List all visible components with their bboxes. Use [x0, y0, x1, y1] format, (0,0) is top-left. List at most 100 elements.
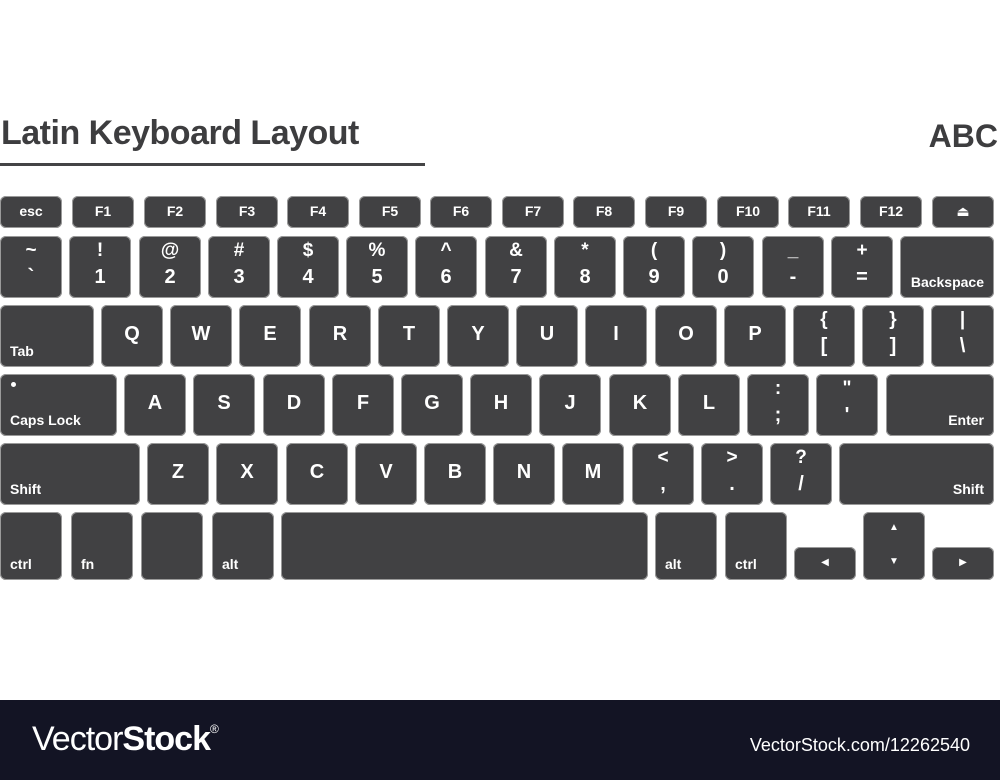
key-number-4[interactable]: $4: [277, 236, 339, 298]
key-i[interactable]: I: [585, 305, 647, 367]
key-quote[interactable]: " ': [816, 374, 878, 436]
key-blank[interactable]: [141, 512, 203, 580]
key-label: D: [286, 392, 302, 414]
key-semicolon[interactable]: :;: [747, 374, 809, 436]
key-base-label: 6: [440, 266, 452, 288]
key-base-label: 9: [648, 266, 660, 288]
key-c[interactable]: C: [286, 443, 348, 505]
key-fn[interactable]: fn: [71, 512, 133, 580]
key-f3[interactable]: F3: [216, 196, 278, 228]
key-number-9[interactable]: (9: [623, 236, 685, 298]
key-label: F9: [667, 203, 685, 219]
key-label: Z: [171, 461, 185, 483]
key-v[interactable]: V: [355, 443, 417, 505]
key-f8[interactable]: F8: [573, 196, 635, 228]
key-base-label: 5: [371, 266, 383, 288]
key-g[interactable]: G: [401, 374, 463, 436]
key-label: F12: [878, 203, 904, 219]
key-eject[interactable]: ⏏: [932, 196, 994, 228]
key-label: Shift: [952, 481, 984, 497]
key-bracket-2[interactable]: | \: [931, 305, 994, 367]
key-shift-left[interactable]: Shift: [0, 443, 140, 505]
key-space[interactable]: [281, 512, 648, 580]
key-alt-right[interactable]: alt: [655, 512, 717, 580]
key-e[interactable]: E: [239, 305, 301, 367]
key-f5[interactable]: F5: [359, 196, 421, 228]
key-arrow-right[interactable]: ▶: [932, 547, 994, 580]
key-number-5[interactable]: % 5: [346, 236, 408, 298]
key-m[interactable]: M: [562, 443, 624, 505]
key-period[interactable]: >.: [701, 443, 763, 505]
key-h[interactable]: H: [470, 374, 532, 436]
key-r[interactable]: R: [309, 305, 371, 367]
key-number-3[interactable]: #3: [208, 236, 270, 298]
key-arrow-left[interactable]: ◀: [794, 547, 856, 580]
key-number-2[interactable]: @2: [139, 236, 201, 298]
key-comma[interactable]: <,: [632, 443, 694, 505]
key-f2[interactable]: F2: [144, 196, 206, 228]
key-f1[interactable]: F1: [72, 196, 134, 228]
key-number-11[interactable]: _ -: [762, 236, 824, 298]
key-n[interactable]: N: [493, 443, 555, 505]
key-number-12[interactable]: + =: [831, 236, 893, 298]
key-k[interactable]: K: [609, 374, 671, 436]
key-ctrl-left[interactable]: ctrl: [0, 512, 62, 580]
key-number-1[interactable]: ! 1: [69, 236, 131, 298]
key-backspace[interactable]: Backspace: [900, 236, 994, 298]
key-label: F11: [807, 203, 831, 219]
key-j[interactable]: J: [539, 374, 601, 436]
key-f[interactable]: F: [332, 374, 394, 436]
key-bracket-0[interactable]: {[: [793, 305, 855, 367]
key-o[interactable]: O: [655, 305, 717, 367]
key-number-6[interactable]: ^ 6: [415, 236, 477, 298]
key-caps-lock[interactable]: Caps Lock: [0, 374, 117, 436]
key-arrow-up-down[interactable]: ▲ ▼: [863, 512, 925, 580]
key-d[interactable]: D: [263, 374, 325, 436]
key-number-10[interactable]: ) 0: [692, 236, 754, 298]
key-f9[interactable]: F9: [645, 196, 707, 228]
key-base-label: 7: [510, 266, 522, 288]
key-bracket-1[interactable]: }]: [862, 305, 924, 367]
key-f4[interactable]: F4: [287, 196, 349, 228]
key-shift-label: ~: [25, 240, 37, 261]
key-f12[interactable]: F12: [860, 196, 922, 228]
key-number-0[interactable]: ~ `: [0, 236, 62, 298]
key-esc[interactable]: esc: [0, 196, 62, 228]
arrow-up-icon: ▲: [889, 522, 899, 533]
arrow-right-icon: ▶: [959, 557, 967, 568]
key-b[interactable]: B: [424, 443, 486, 505]
key-number-8[interactable]: * 8: [554, 236, 616, 298]
key-number-7[interactable]: & 7: [485, 236, 547, 298]
brand-bold: Stock: [122, 720, 211, 758]
key-a[interactable]: A: [124, 374, 186, 436]
key-s[interactable]: S: [193, 374, 255, 436]
key-label: C: [309, 461, 325, 483]
key-shift-label: *: [581, 240, 589, 261]
key-q[interactable]: Q: [101, 305, 163, 367]
key-shift-label: <: [657, 447, 669, 468]
key-f11[interactable]: F11: [788, 196, 850, 228]
key-label: F1: [94, 203, 112, 219]
key-x[interactable]: X: [216, 443, 278, 505]
key-u[interactable]: U: [516, 305, 578, 367]
key-f10[interactable]: F10: [717, 196, 779, 228]
key-label: S: [217, 392, 231, 414]
key-shift-label: &: [509, 240, 523, 261]
key-y[interactable]: Y: [447, 305, 509, 367]
key-z[interactable]: Z: [147, 443, 209, 505]
key-label: T: [402, 323, 416, 345]
key-tab[interactable]: Tab: [0, 305, 94, 367]
key-shift-label: +: [856, 240, 868, 261]
key-l[interactable]: L: [678, 374, 740, 436]
key-t[interactable]: T: [378, 305, 440, 367]
key-label: G: [424, 392, 440, 414]
key-enter[interactable]: Enter: [886, 374, 994, 436]
key-shift-right[interactable]: Shift: [839, 443, 994, 505]
key-p[interactable]: P: [724, 305, 786, 367]
key-ctrl-right[interactable]: ctrl: [725, 512, 787, 580]
key-slash[interactable]: ? /: [770, 443, 832, 505]
key-f6[interactable]: F6: [430, 196, 492, 228]
key-f7[interactable]: F7: [502, 196, 564, 228]
key-w[interactable]: W: [170, 305, 232, 367]
key-alt-left[interactable]: alt: [212, 512, 274, 580]
